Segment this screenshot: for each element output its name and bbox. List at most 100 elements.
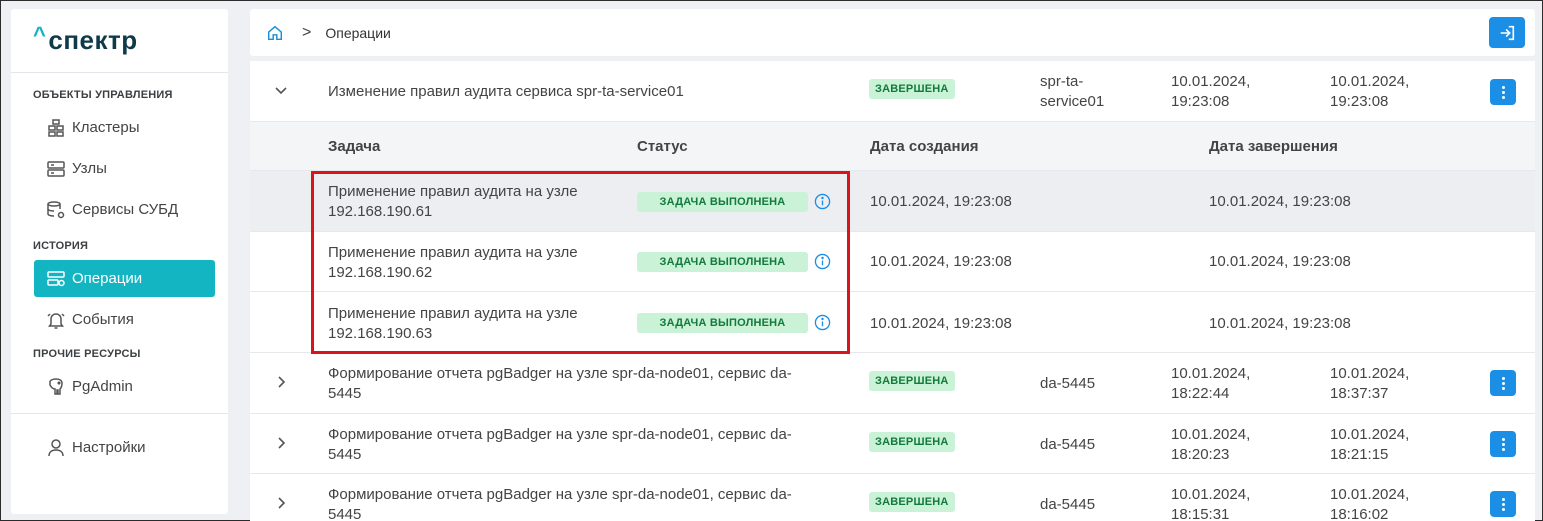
row-actions-button[interactable] [1490,491,1516,517]
expand-button[interactable] [274,496,288,515]
sidebar-item-clusters[interactable]: Кластеры [34,109,215,146]
task-created: 10.01.2024, 19:23:08 [870,253,1012,270]
table-row[interactable]: Формирование отчета pgBadger на узле spr… [250,474,1535,521]
chevron-right-icon [278,376,286,388]
finished-date: 10.01.2024, [1330,486,1410,503]
operations-table: Изменение правил аудита сервиса spr-ta-s… [250,61,1535,521]
sidebar-item-label: PgAdmin [72,378,133,395]
task-finished: 10.01.2024, 19:23:08 [1209,253,1351,270]
table-row[interactable]: Формирование отчета pgBadger на узле spr… [250,414,1535,474]
logout-button[interactable] [1489,17,1525,48]
task-created: 10.01.2024, 19:23:08 [870,193,1012,210]
finished-time: 18:16:02 [1330,506,1389,521]
subtable-header-status: Статус [637,138,688,155]
logout-icon [1500,25,1515,40]
task-status-badge: ЗАДАЧА ВЫПОЛНЕНА [637,252,808,272]
task-name-line2: 192.168.190.62 [328,264,433,281]
sidebar-item-settings[interactable]: Настройки [34,429,215,466]
row-actions-button[interactable] [1490,79,1516,105]
subtable-row: Применение правил аудита на узле 192.168… [250,292,1535,353]
sidebar-item-dbms-services[interactable]: Сервисы СУБД [34,191,215,228]
created-date: 10.01.2024, [1171,486,1251,503]
service-name: da-5445 [1040,375,1096,392]
task-info-button[interactable] [814,314,831,336]
info-icon [814,193,831,210]
row-actions-button[interactable] [1490,370,1516,396]
sidebar-divider [11,413,228,414]
home-icon [267,25,283,40]
task-status-badge: ЗАДАЧА ВЫПОЛНЕНА [637,313,808,333]
collapse-button[interactable] [274,83,288,102]
created-date: 10.01.2024, [1171,426,1251,443]
status-badge: ЗАВЕРШЕНА [869,492,955,512]
task-name-line1: Применение правил аудита на узле [328,183,578,200]
task-name-line2: 192.168.190.61 [328,203,433,220]
row-actions-button[interactable] [1490,431,1516,457]
info-icon [814,314,831,331]
task-info-button[interactable] [814,253,831,275]
subtable-row: Применение правил аудита на узле 192.168… [250,171,1535,232]
app-logo[interactable]: ^ спектр [11,9,228,73]
breadcrumb-separator: > [302,23,312,41]
status-badge: ЗАВЕРШЕНА [869,371,955,391]
chevron-right-icon [278,497,286,509]
section-other-title: ПРОЧИЕ РЕСУРСЫ [33,348,141,360]
expand-button[interactable] [274,375,288,394]
section-objects-title: ОБЪЕКТЫ УПРАВЛЕНИЯ [33,89,173,101]
created-date: 10.01.2024, [1171,73,1251,90]
operation-name-line1: Формирование отчета pgBadger на узле spr… [328,365,792,382]
status-badge: ЗАВЕРШЕНА [869,79,955,99]
task-info-button[interactable] [814,193,831,215]
user-icon [48,438,64,456]
operation-name-line2: 5445 [328,506,362,521]
sidebar-item-nodes[interactable]: Узлы [34,150,215,187]
service-name: da-5445 [1040,436,1096,453]
task-name-line2: 192.168.190.63 [328,325,433,342]
operation-name-line2: 5445 [328,446,362,463]
finished-time: 18:21:15 [1330,446,1389,463]
subtable-header: Задача Статус Дата создания Дата заверше… [250,122,1535,171]
created-time: 18:15:31 [1171,506,1230,521]
operation-name: Изменение правил аудита сервиса spr-ta-s… [328,83,684,100]
alarm-bell-icon [47,312,65,329]
service-name: da-5445 [1040,496,1096,513]
task-name-line1: Применение правил аудита на узле [328,244,578,261]
operation-name-line2: 5445 [328,385,362,402]
subtable-header-created: Дата создания [870,138,979,155]
expand-button[interactable] [274,436,288,455]
finished-time: 19:23:08 [1330,93,1389,110]
sidebar-item-label: События [72,311,134,328]
sidebar-item-pgadmin[interactable]: PgAdmin [34,368,215,405]
task-name-line1: Применение правил аудита на узле [328,305,578,322]
created-time: 18:20:23 [1171,446,1230,463]
subtable-header-finished: Дата завершения [1209,138,1338,155]
chevron-down-icon [275,87,287,95]
sidebar-item-events[interactable]: События [34,301,215,338]
task-finished: 10.01.2024, 19:23:08 [1209,193,1351,210]
sidebar-item-label: Кластеры [72,119,140,136]
breadcrumb-current: Операции [325,24,391,41]
status-badge: ЗАВЕРШЕНА [869,432,955,452]
sidebar-item-label: Настройки [72,439,146,456]
sidebar-item-label: Сервисы СУБД [72,201,179,218]
created-date: 10.01.2024, [1171,365,1251,382]
section-history-title: ИСТОРИЯ [33,240,89,252]
home-link[interactable] [266,24,284,42]
logo-text: спектр [48,25,138,55]
created-time: 19:23:08 [1171,93,1230,110]
task-created: 10.01.2024, 19:23:08 [870,315,1012,332]
header-bar: > Операции [250,9,1535,56]
sidebar: ^ спектр ОБЪЕКТЫ УПРАВЛЕНИЯ Кластеры Узл… [11,9,228,514]
table-row[interactable]: Изменение правил аудита сервиса spr-ta-s… [250,61,1535,122]
elephant-icon [49,377,63,395]
finished-time: 18:37:37 [1330,385,1389,402]
finished-date: 10.01.2024, [1330,73,1410,90]
info-icon [814,253,831,270]
task-finished: 10.01.2024, 19:23:08 [1209,315,1351,332]
table-row[interactable]: Формирование отчета pgBadger на узле spr… [250,353,1535,414]
database-gear-icon [47,200,65,218]
clusters-icon [48,118,64,137]
finished-date: 10.01.2024, [1330,426,1410,443]
subtable-header-task: Задача [328,138,381,155]
sidebar-item-operations[interactable]: Операции [34,260,215,297]
